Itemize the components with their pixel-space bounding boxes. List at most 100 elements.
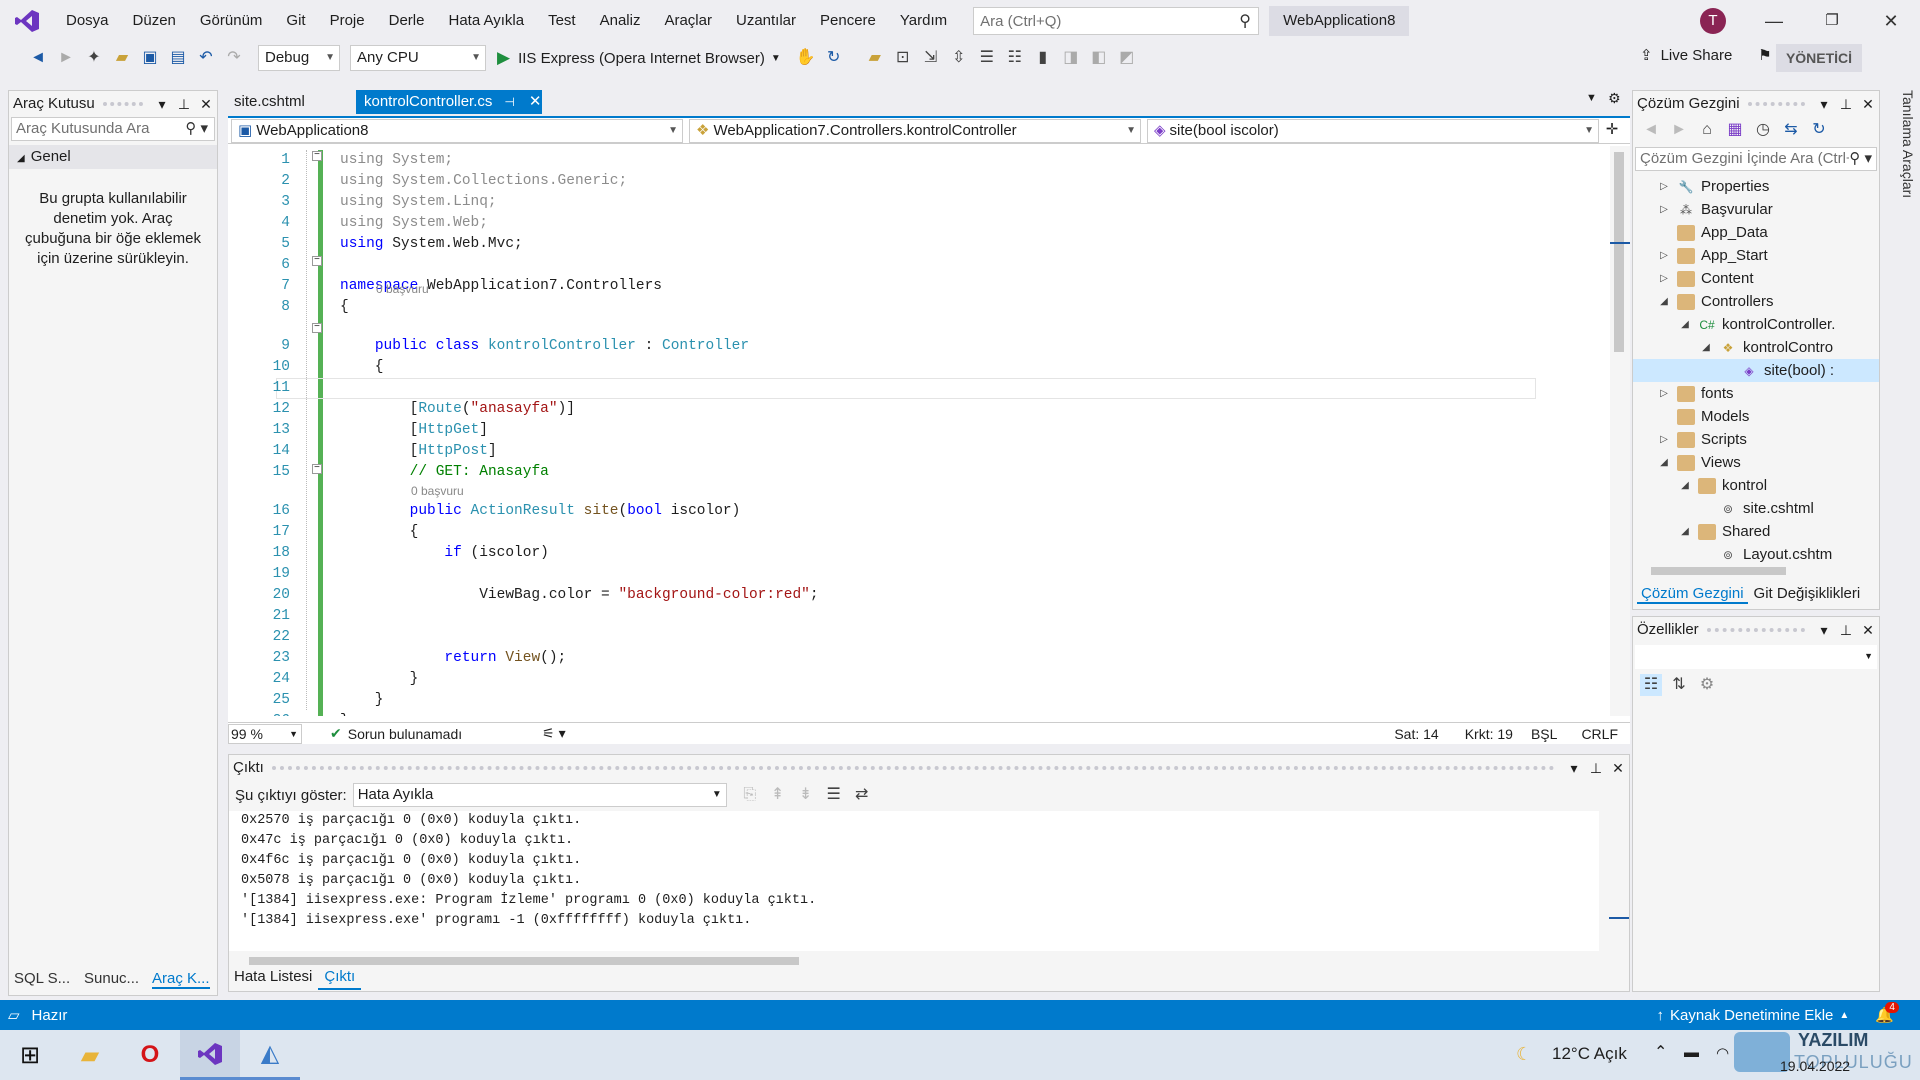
close-window-button[interactable]: ✕: [1862, 0, 1920, 42]
tab-site-cshtml[interactable]: site.cshtml: [226, 90, 354, 114]
zoom-select[interactable]: 99 % ▼: [228, 723, 302, 744]
tree-item[interactable]: ◢ C# kontrolController.: [1633, 313, 1879, 336]
browser-link-icon[interactable]: ⊡: [892, 47, 914, 69]
wifi-icon[interactable]: ◠: [1716, 1044, 1729, 1062]
expand-arrow-icon[interactable]: ▷: [1657, 382, 1671, 405]
menu-item[interactable]: Proje: [318, 0, 377, 42]
dropdown-icon[interactable]: ▾: [151, 91, 173, 117]
back-icon[interactable]: ◄: [1640, 119, 1662, 141]
editor-scrollbar[interactable]: [1610, 146, 1630, 716]
menu-item[interactable]: Test: [536, 0, 588, 42]
tree-item[interactable]: ⊚ site.cshtml: [1633, 497, 1879, 520]
tab-toolbox[interactable]: Araç K...: [152, 970, 210, 989]
output-scrollbar[interactable]: [1609, 811, 1629, 951]
go-to-line-icon[interactable]: ⎘: [739, 784, 761, 806]
collapse-arrow-icon[interactable]: ◢: [1678, 313, 1692, 336]
tree-item[interactable]: ▷ fonts: [1633, 382, 1879, 405]
whitespace-mode[interactable]: BŞL: [1531, 726, 1557, 742]
tree-item[interactable]: ◢ Shared: [1633, 520, 1879, 543]
expand-arrow-icon[interactable]: ▷: [1657, 198, 1671, 221]
history-icon[interactable]: ◷: [1752, 119, 1774, 141]
bookmark-prev-icon[interactable]: ◨: [1060, 47, 1082, 69]
forward-icon[interactable]: ►: [55, 47, 77, 69]
pin-icon[interactable]: ⊥: [1835, 617, 1857, 643]
tree-item[interactable]: ◈ site(bool) :: [1633, 359, 1879, 382]
tab-server-explorer[interactable]: Sunuc...: [84, 970, 139, 987]
tree-item[interactable]: ▷ ⁂ Başvurular: [1633, 198, 1879, 221]
tree-item[interactable]: ▷ Content: [1633, 267, 1879, 290]
next-message-icon[interactable]: ⇟: [795, 784, 817, 806]
tree-item[interactable]: ◢ Views: [1633, 451, 1879, 474]
toolbox-search-input[interactable]: Araç Kutusunda Ara ⚲ ▾: [11, 117, 215, 141]
expand-arrow-icon[interactable]: ▷: [1657, 175, 1671, 198]
tab-git-changes[interactable]: Git Değişiklikleri: [1748, 585, 1867, 604]
menu-item[interactable]: Hata Ayıkla: [436, 0, 536, 42]
issues-status[interactable]: Sorun bulunamadı: [348, 726, 462, 742]
start-debugging-button[interactable]: ▶ IIS Express (Opera Internet Browser) ▼: [497, 48, 781, 68]
collapse-arrow-icon[interactable]: ◢: [1678, 474, 1692, 497]
collapse-arrow-icon[interactable]: ◢: [1657, 451, 1671, 474]
tree-hscrollbar[interactable]: [1637, 565, 1857, 577]
pin-tab-icon[interactable]: ⊣: [504, 90, 514, 114]
alphabetical-icon[interactable]: ⇅: [1668, 674, 1690, 696]
collapse-toggle-icon[interactable]: −: [312, 323, 322, 333]
expand-arrow-icon[interactable]: ▷: [1657, 267, 1671, 290]
menu-item[interactable]: Dosya: [54, 0, 121, 42]
tree-item[interactable]: ⊚ Layout.cshtm: [1633, 543, 1879, 566]
step-into-icon[interactable]: ⇳: [948, 47, 970, 69]
pin-icon[interactable]: ⊥: [1835, 91, 1857, 117]
tree-item[interactable]: ◢ ❖ kontrolContro: [1633, 336, 1879, 359]
collapse-toggle-icon[interactable]: −: [312, 151, 322, 161]
menu-item[interactable]: Analiz: [588, 0, 653, 42]
bookmark-next-icon[interactable]: ◧: [1088, 47, 1110, 69]
output-text[interactable]: 0x2570 iş parçacığı 0 (0x0) koduyla çıkt…: [229, 811, 1599, 951]
collapse-arrow-icon[interactable]: ◢: [1657, 290, 1671, 313]
codelens-references[interactable]: 0 başvuru: [411, 482, 464, 500]
feedback-icon[interactable]: ⚑: [1758, 46, 1771, 64]
refresh-icon[interactable]: ↻: [1808, 119, 1830, 141]
tab-sql-server[interactable]: SQL S...: [14, 970, 70, 987]
live-share-button[interactable]: ⇪ Live Share ⚑: [1640, 46, 1772, 65]
output-hscrollbar[interactable]: [229, 953, 1629, 969]
back-icon[interactable]: ◄: [27, 47, 49, 69]
close-icon[interactable]: ✕: [1857, 617, 1879, 643]
member-select[interactable]: ◈ site(bool iscolor) ▼: [1147, 119, 1599, 143]
expand-arrow-icon[interactable]: ▷: [1657, 244, 1671, 267]
menu-item[interactable]: Pencere: [808, 0, 888, 42]
tree-item[interactable]: ▷ Scripts: [1633, 428, 1879, 451]
pin-icon[interactable]: ⊥: [1585, 755, 1607, 781]
collapse-toggle-icon[interactable]: −: [312, 464, 322, 474]
menu-item[interactable]: Araçlar: [652, 0, 724, 42]
collapse-toggle-icon[interactable]: −: [312, 256, 322, 266]
line-ending[interactable]: CRLF: [1581, 726, 1618, 742]
settings-gear-icon[interactable]: ⚙: [1608, 90, 1621, 107]
bookmark-icon[interactable]: ▮: [1032, 47, 1054, 69]
project-select[interactable]: ▣ WebApplication8 ▼: [231, 119, 683, 143]
sync-icon[interactable]: ⇆: [1780, 119, 1802, 141]
previous-message-icon[interactable]: ⇞: [767, 784, 789, 806]
menu-item[interactable]: Görünüm: [188, 0, 275, 42]
configuration-select[interactable]: Debug ▼: [258, 45, 340, 71]
app-taskbar-icon[interactable]: ◭: [240, 1030, 300, 1080]
column-indicator[interactable]: Krkt: 19: [1465, 726, 1513, 742]
file-explorer-icon[interactable]: ▰: [60, 1030, 120, 1080]
menu-item[interactable]: Derle: [377, 0, 437, 42]
step-over-icon[interactable]: ⇲: [920, 47, 942, 69]
minimize-button[interactable]: —: [1745, 0, 1803, 42]
undo-icon[interactable]: ↶: [195, 47, 217, 69]
close-icon[interactable]: ✕: [1857, 91, 1879, 117]
weather-text[interactable]: 12°C Açık: [1552, 1044, 1627, 1064]
bookmark-clear-icon[interactable]: ◩: [1116, 47, 1138, 69]
redo-icon[interactable]: ↷: [223, 47, 245, 69]
diagnostic-tools-tab[interactable]: Tanılama Araçları: [1886, 90, 1916, 210]
tab-solution-explorer[interactable]: Çözüm Gezgini: [1637, 585, 1748, 604]
tree-item[interactable]: Models: [1633, 405, 1879, 428]
hot-reload-icon[interactable]: ✋: [795, 47, 817, 69]
user-avatar[interactable]: T: [1700, 8, 1726, 34]
windows-start-icon[interactable]: ⊞: [0, 1030, 60, 1080]
tree-item[interactable]: App_Data: [1633, 221, 1879, 244]
dropdown-icon[interactable]: ▾: [1563, 755, 1585, 781]
codelens-references[interactable]: 0 başvuru: [376, 280, 429, 298]
tree-item[interactable]: ◢ Controllers: [1633, 290, 1879, 313]
notifications-bell-icon[interactable]: 🔔 4: [1875, 1002, 1899, 1024]
